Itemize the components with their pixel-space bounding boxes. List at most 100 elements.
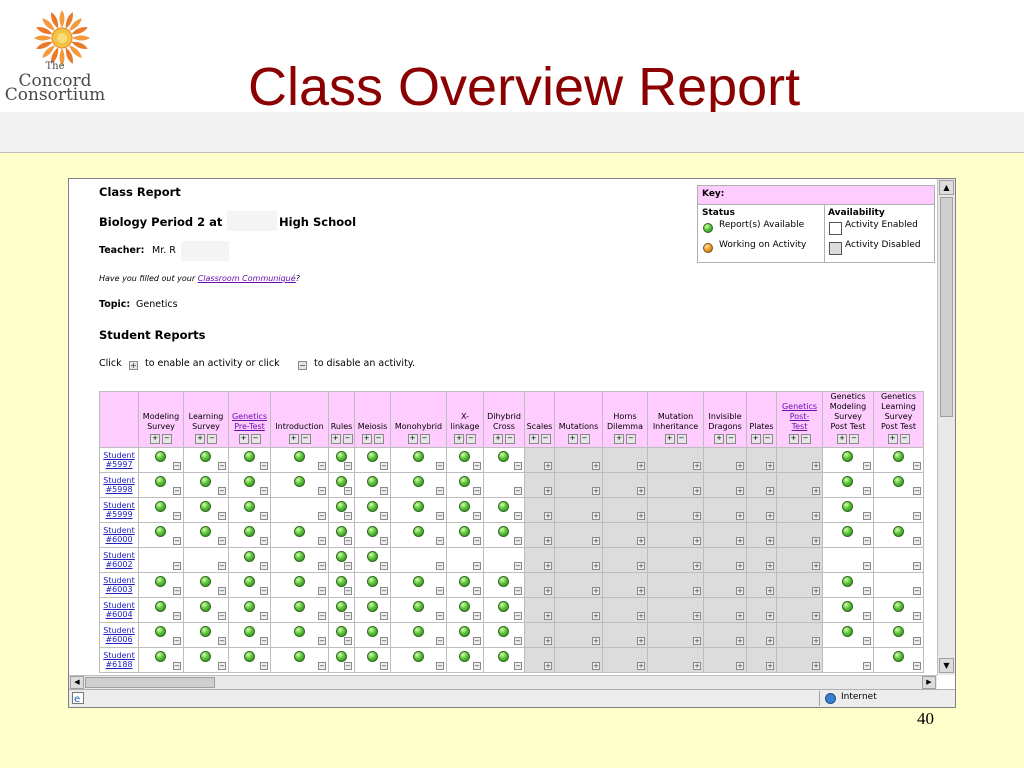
enable-all-plus-icon[interactable]: + <box>454 434 464 444</box>
disable-minus-icon[interactable]: − <box>473 587 481 595</box>
student-link[interactable]: Student #6004 <box>99 597 139 623</box>
report-available-icon[interactable] <box>155 626 166 637</box>
enable-plus-icon[interactable]: + <box>693 637 701 645</box>
disable-minus-icon[interactable]: − <box>436 612 444 620</box>
disable-minus-icon[interactable]: − <box>260 562 268 570</box>
report-available-icon[interactable] <box>412 576 424 587</box>
enable-plus-icon[interactable]: + <box>812 537 820 545</box>
disable-all-minus-icon[interactable]: − <box>579 434 590 444</box>
disable-minus-icon[interactable]: − <box>260 512 268 520</box>
report-available-icon[interactable] <box>243 451 255 462</box>
report-available-icon[interactable] <box>155 451 166 462</box>
disable-minus-icon[interactable]: − <box>473 637 481 645</box>
enable-plus-icon[interactable]: + <box>736 662 744 670</box>
report-available-icon[interactable] <box>366 501 378 512</box>
report-available-icon[interactable] <box>412 626 424 637</box>
disable-minus-icon[interactable]: − <box>473 512 481 520</box>
student-link[interactable]: Student #5997 <box>99 447 139 473</box>
enable-plus-icon[interactable]: + <box>592 637 600 645</box>
report-available-icon[interactable] <box>335 601 347 612</box>
report-available-icon[interactable] <box>155 526 166 537</box>
report-available-icon[interactable] <box>842 501 853 512</box>
report-available-icon[interactable] <box>243 626 255 637</box>
disable-minus-icon[interactable]: − <box>473 562 481 570</box>
report-available-icon[interactable] <box>842 626 853 637</box>
disable-minus-icon[interactable]: − <box>260 487 268 495</box>
disable-minus-icon[interactable]: − <box>260 662 268 670</box>
report-available-icon[interactable] <box>892 601 904 612</box>
report-available-icon[interactable] <box>892 651 904 662</box>
disable-minus-icon[interactable]: − <box>344 562 352 570</box>
disable-minus-icon[interactable]: − <box>913 487 921 495</box>
enable-plus-icon[interactable]: + <box>637 462 645 470</box>
enable-plus-icon[interactable]: + <box>736 487 744 495</box>
report-available-icon[interactable] <box>412 451 424 462</box>
enable-all-plus-icon[interactable]: + <box>837 434 847 444</box>
enable-plus-icon[interactable]: + <box>736 612 744 620</box>
disable-minus-icon[interactable]: − <box>863 487 871 495</box>
report-available-icon[interactable] <box>200 601 211 612</box>
disable-minus-icon[interactable]: − <box>436 562 444 570</box>
student-link[interactable]: Student #6188 <box>99 647 139 673</box>
enable-plus-icon[interactable]: + <box>544 537 552 545</box>
report-available-icon[interactable] <box>842 476 853 487</box>
student-link[interactable]: Student #6000 <box>99 522 139 548</box>
report-available-icon[interactable] <box>366 626 378 637</box>
report-available-icon[interactable] <box>155 601 166 612</box>
report-available-icon[interactable] <box>842 601 853 612</box>
disable-minus-icon[interactable]: − <box>913 562 921 570</box>
disable-minus-icon[interactable]: − <box>514 537 522 545</box>
enable-plus-icon[interactable]: + <box>766 562 774 570</box>
disable-minus-icon[interactable]: − <box>380 562 388 570</box>
report-available-icon[interactable] <box>293 526 305 537</box>
enable-plus-icon[interactable]: + <box>637 487 645 495</box>
report-available-icon[interactable] <box>412 651 424 662</box>
enable-plus-icon[interactable]: + <box>592 662 600 670</box>
disable-minus-icon[interactable]: − <box>436 637 444 645</box>
report-available-icon[interactable] <box>498 651 509 662</box>
enable-plus-icon[interactable]: + <box>766 612 774 620</box>
disable-all-minus-icon[interactable]: − <box>676 434 687 444</box>
disable-minus-icon[interactable]: − <box>344 512 352 520</box>
enable-plus-icon[interactable]: + <box>766 587 774 595</box>
enable-all-plus-icon[interactable]: + <box>714 434 724 444</box>
disable-minus-icon[interactable]: − <box>318 612 326 620</box>
enable-plus-icon[interactable]: + <box>693 562 701 570</box>
disable-minus-icon[interactable]: − <box>380 487 388 495</box>
disable-minus-icon[interactable]: − <box>514 487 522 495</box>
disable-minus-icon[interactable]: − <box>173 462 181 470</box>
disable-minus-icon[interactable]: − <box>218 537 226 545</box>
report-available-icon[interactable] <box>892 451 904 462</box>
horizontal-scroll-thumb[interactable] <box>85 677 215 688</box>
enable-plus-icon[interactable]: + <box>544 512 552 520</box>
disable-all-minus-icon[interactable]: − <box>207 434 217 444</box>
enable-plus-icon[interactable]: + <box>812 512 820 520</box>
report-available-icon[interactable] <box>155 576 166 587</box>
disable-minus-icon[interactable]: − <box>863 537 871 545</box>
disable-minus-icon[interactable]: − <box>863 662 871 670</box>
report-available-icon[interactable] <box>412 476 424 487</box>
enable-plus-icon[interactable]: + <box>766 537 774 545</box>
enable-plus-icon[interactable]: + <box>766 637 774 645</box>
report-available-icon[interactable] <box>842 576 853 587</box>
disable-minus-icon[interactable]: − <box>436 587 444 595</box>
enable-plus-icon[interactable]: + <box>766 662 774 670</box>
enable-plus-icon[interactable]: + <box>544 662 552 670</box>
disable-minus-icon[interactable]: − <box>318 562 326 570</box>
activity-name[interactable]: Genetics Pre-Test <box>229 412 270 434</box>
disable-all-minus-icon[interactable]: − <box>800 434 811 444</box>
report-available-icon[interactable] <box>892 626 904 637</box>
report-available-icon[interactable] <box>366 476 378 487</box>
disable-minus-icon[interactable]: − <box>913 537 921 545</box>
disable-minus-icon[interactable]: − <box>436 487 444 495</box>
disable-minus-icon[interactable]: − <box>318 637 326 645</box>
report-available-icon[interactable] <box>459 526 470 537</box>
report-available-icon[interactable] <box>842 451 853 462</box>
disable-minus-icon[interactable]: − <box>863 462 871 470</box>
disable-all-minus-icon[interactable]: − <box>540 434 551 444</box>
disable-minus-icon[interactable]: − <box>218 462 226 470</box>
enable-plus-icon[interactable]: + <box>693 462 701 470</box>
disable-minus-icon[interactable]: − <box>473 612 481 620</box>
scroll-up-arrow-icon[interactable]: ▲ <box>939 180 954 195</box>
disable-minus-icon[interactable]: − <box>380 587 388 595</box>
